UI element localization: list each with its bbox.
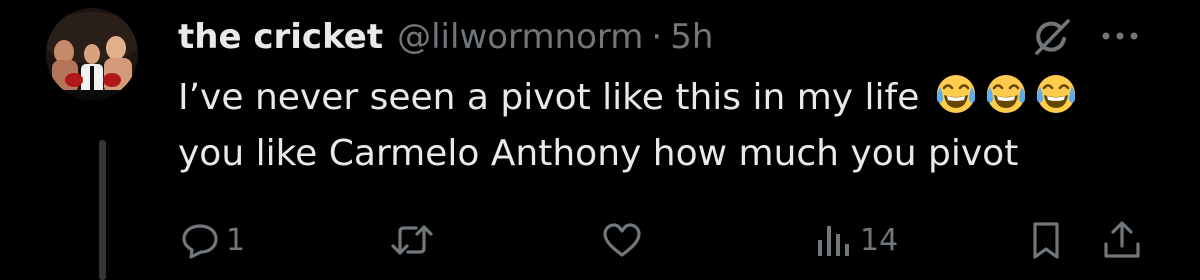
- repost-icon: [391, 225, 433, 255]
- tears-of-joy-emoji-icon: [937, 75, 976, 113]
- grok-icon[interactable]: [1032, 17, 1072, 57]
- share-button[interactable]: [1100, 220, 1144, 260]
- emoji-group: [933, 71, 1079, 117]
- post-header: the cricket @lilwormnorm · 5h: [178, 14, 713, 60]
- user-handle[interactable]: @lilwormnorm: [397, 17, 643, 57]
- separator-dot: ·: [651, 17, 663, 57]
- post-text-line-1-content: I’ve never seen a pivot like this in my …: [178, 77, 920, 118]
- views-icon: [818, 226, 849, 256]
- avatar[interactable]: [46, 8, 138, 100]
- post-text-line-1: I’ve never seen a pivot like this in my …: [178, 70, 1168, 126]
- post-time[interactable]: 5h: [670, 17, 713, 57]
- post-text: I’ve never seen a pivot like this in my …: [178, 70, 1168, 182]
- like-icon: [603, 223, 641, 257]
- views-count: 14: [860, 222, 899, 258]
- more-icon[interactable]: [1098, 24, 1142, 48]
- repost-button[interactable]: [390, 220, 440, 260]
- bookmark-button[interactable]: [1026, 220, 1066, 260]
- action-bar: 1 14: [0, 210, 1200, 266]
- bookmark-icon: [1033, 222, 1059, 259]
- post-text-line-2: you like Carmelo Anthony how much you pi…: [178, 133, 1019, 174]
- tears-of-joy-emoji-icon: [1037, 75, 1076, 113]
- views-button[interactable]: 14: [814, 220, 898, 260]
- like-button[interactable]: [600, 220, 650, 260]
- reply-button[interactable]: 1: [180, 220, 245, 260]
- share-icon: [1104, 221, 1140, 258]
- display-name[interactable]: the cricket: [178, 17, 383, 57]
- reply-count: 1: [226, 222, 246, 258]
- reply-icon: [182, 224, 218, 259]
- tears-of-joy-emoji-icon: [987, 75, 1026, 113]
